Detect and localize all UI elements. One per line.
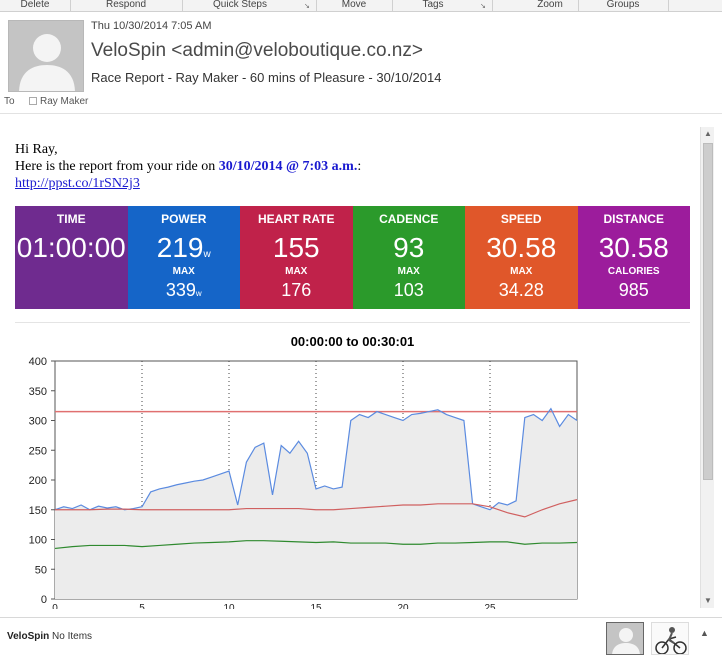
message-date: Thu 10/30/2014 7:05 AM bbox=[91, 20, 212, 32]
tile-distance: DISTANCE 30.58 CALORIES 985 bbox=[577, 206, 690, 309]
ribbon-separator bbox=[668, 0, 669, 12]
tile-sub-label: MAX bbox=[172, 266, 195, 277]
y-tick-label: 0 bbox=[41, 594, 47, 606]
collapse-people-pane-icon[interactable]: ▲ bbox=[700, 628, 709, 638]
tile-sub-label: CALORIES bbox=[607, 266, 660, 277]
intro-line: Here is the report from your ride on 30/… bbox=[15, 158, 361, 175]
x-tick-label: 25 bbox=[484, 603, 496, 609]
people-pane-name: VeloSpin bbox=[7, 631, 50, 642]
greeting-line: Hi Ray, bbox=[15, 142, 58, 157]
tile-heart-rate: HEART RATE 155 MAX 176 bbox=[240, 206, 353, 309]
tile-cadence: CADENCE 93 MAX 103 bbox=[352, 206, 465, 309]
tile-sub-value: 103 bbox=[393, 280, 424, 300]
ribbon-group-labels: Delete Respond Quick Steps ↘ Move Tags ↘… bbox=[0, 0, 722, 12]
tile-sub-label: MAX bbox=[510, 266, 533, 277]
people-pane-items: No Items bbox=[52, 631, 93, 642]
y-tick-label: 300 bbox=[29, 416, 47, 428]
report-link[interactable]: http://ppst.co/1rSN2j3 bbox=[15, 176, 140, 191]
x-tick-label: 5 bbox=[139, 603, 145, 609]
x-tick-label: 20 bbox=[397, 603, 409, 609]
y-tick-label: 400 bbox=[29, 356, 47, 368]
tile-sub-label: MAX bbox=[397, 266, 420, 277]
message-body: Hi Ray, Here is the report from your rid… bbox=[0, 123, 700, 609]
summary-tiles: TIME 01:00:00 POWER 219w MAX 339w HEART … bbox=[15, 206, 690, 309]
people-pane: VeloSpin No Items ▲ bbox=[0, 617, 722, 658]
tile-label: CADENCE bbox=[379, 212, 439, 226]
ribbon-group-respond: Respond bbox=[105, 0, 147, 10]
link-line: http://ppst.co/1rSN2j3 bbox=[15, 175, 361, 192]
section-divider bbox=[15, 322, 690, 323]
to-label: To bbox=[4, 96, 15, 107]
people-pane-status: VeloSpin No Items bbox=[7, 631, 92, 642]
vertical-scrollbar[interactable]: ▲ ▼ bbox=[700, 127, 714, 608]
tile-sub-value: 34.28 bbox=[498, 280, 544, 300]
tile-label: HEART RATE bbox=[258, 212, 335, 226]
ride-chart: 0 50 100 150 200 250 300 350 400 0 5 10 15 20 25 bbox=[29, 356, 578, 609]
intro-text: Here is the report from your ride on bbox=[15, 159, 216, 174]
tile-sub-value: 176 bbox=[281, 280, 312, 300]
cyclist-icon bbox=[652, 623, 688, 654]
tile-value: 30.58 bbox=[598, 232, 669, 263]
recipient-name[interactable]: Ray Maker bbox=[40, 96, 88, 107]
scroll-up-icon[interactable]: ▲ bbox=[701, 127, 715, 141]
y-tick-label: 50 bbox=[35, 564, 47, 576]
scroll-down-icon[interactable]: ▼ bbox=[701, 594, 715, 608]
ride-date: 30/10/2014 @ 7:03 a.m. bbox=[218, 159, 358, 174]
ribbon-group-tags: Tags bbox=[422, 0, 444, 10]
cyclist-photo[interactable] bbox=[651, 622, 689, 655]
ribbon-group-delete: Delete bbox=[20, 0, 50, 10]
tile-power: POWER 219w MAX 339w bbox=[127, 206, 240, 309]
tile-value: 155 bbox=[272, 232, 320, 263]
tile-value: 93 bbox=[393, 232, 425, 263]
tile-sub-value: 985 bbox=[618, 280, 649, 300]
x-tick-label: 15 bbox=[310, 603, 322, 609]
recipient-presence-icon bbox=[29, 97, 37, 105]
y-tick-label: 200 bbox=[29, 475, 47, 487]
tile-speed: SPEED 30.58 MAX 34.28 bbox=[465, 206, 578, 309]
y-tick-label: 150 bbox=[29, 505, 47, 517]
person-placeholder-icon bbox=[9, 21, 83, 91]
sender-avatar[interactable] bbox=[8, 20, 84, 92]
header-divider bbox=[0, 113, 722, 114]
x-tick-label: 10 bbox=[223, 603, 235, 609]
person-placeholder-icon bbox=[607, 623, 643, 654]
y-tick-label: 250 bbox=[29, 445, 47, 457]
ribbon-group-groups: Groups bbox=[606, 0, 640, 10]
message-subject: Race Report - Ray Maker - 60 mins of Ple… bbox=[91, 70, 442, 85]
tile-label: SPEED bbox=[500, 212, 542, 226]
tile-value: 30.58 bbox=[486, 232, 557, 263]
tile-value: 01:00:00 bbox=[16, 232, 126, 263]
tile-sub-value: 339w bbox=[165, 280, 202, 300]
ribbon-group-move: Move bbox=[341, 0, 367, 10]
scroll-thumb[interactable] bbox=[703, 143, 713, 480]
tags-launcher-icon[interactable]: ↘ bbox=[480, 2, 486, 10]
y-tick-label: 350 bbox=[29, 386, 47, 398]
intro-end: : bbox=[357, 159, 362, 174]
tile-label: POWER bbox=[161, 212, 207, 226]
tile-label: DISTANCE bbox=[603, 212, 664, 226]
y-tick-label: 100 bbox=[29, 535, 47, 547]
tile-value: 219w bbox=[156, 232, 211, 263]
tile-label: TIME bbox=[56, 212, 86, 226]
tile-sub-label: MAX bbox=[285, 266, 308, 277]
greeting-block: Hi Ray, Here is the report from your rid… bbox=[15, 141, 361, 192]
tile-time: TIME 01:00:00 bbox=[15, 206, 128, 309]
x-tick-label: 0 bbox=[52, 603, 58, 609]
chart-title: 00:00:00 to 00:30:01 bbox=[290, 334, 415, 349]
contact-avatar[interactable] bbox=[606, 622, 644, 655]
ribbon-group-quick-steps: Quick Steps bbox=[213, 0, 267, 10]
quick-steps-launcher-icon[interactable]: ↘ bbox=[304, 2, 310, 10]
message-sender[interactable]: VeloSpin <admin@veloboutique.co.nz> bbox=[91, 40, 423, 62]
